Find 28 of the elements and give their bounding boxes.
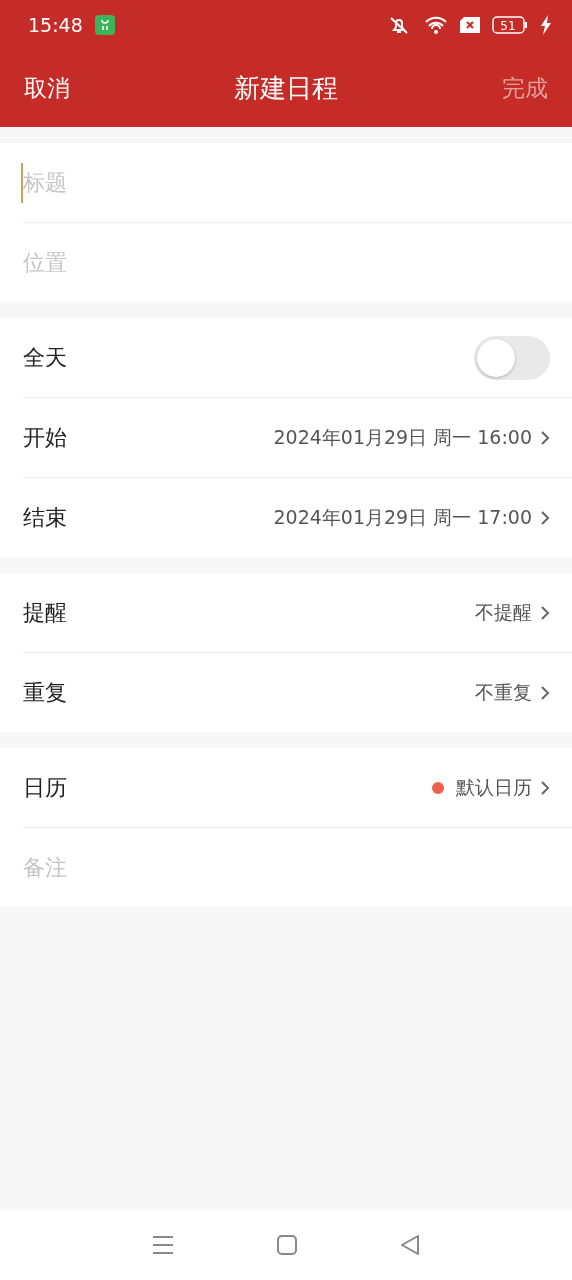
row-label: 全天 — [23, 343, 67, 372]
row-label: 重复 — [23, 678, 67, 707]
page-title: 新建日程 — [234, 72, 338, 105]
charging-icon — [540, 15, 552, 35]
row-label: 开始 — [23, 423, 67, 452]
row-value[interactable]: 2024年01月29日 周一 16:00 — [273, 424, 532, 451]
battery-icon: 51 — [492, 16, 528, 34]
status-time: 15:48 — [28, 14, 83, 36]
row-value[interactable]: 不重复 — [475, 679, 532, 706]
row-label: 结束 — [23, 503, 67, 532]
row-value[interactable]: 不提醒 — [475, 599, 532, 626]
row-label: 日历 — [23, 773, 67, 802]
chevron-right-icon — [540, 684, 550, 701]
chevron-right-icon — [540, 429, 550, 446]
home-square-icon[interactable] — [277, 1235, 297, 1255]
row-label: 提醒 — [23, 598, 67, 627]
row-value[interactable]: 2024年01月29日 周一 17:00 — [273, 504, 532, 531]
wifi-icon — [424, 15, 448, 35]
chevron-right-icon — [540, 604, 550, 621]
no-sim-icon — [460, 17, 480, 33]
chevron-right-icon — [540, 509, 550, 526]
menu-icon[interactable] — [151, 1235, 174, 1255]
row-value[interactable]: 默认日历 — [456, 774, 532, 801]
cancel-button[interactable]: 取消 — [24, 73, 70, 104]
chevron-right-icon — [540, 779, 550, 796]
back-triangle-icon[interactable] — [400, 1235, 421, 1255]
toggle-switch[interactable] — [474, 335, 550, 380]
app-notification-icon — [94, 15, 115, 35]
